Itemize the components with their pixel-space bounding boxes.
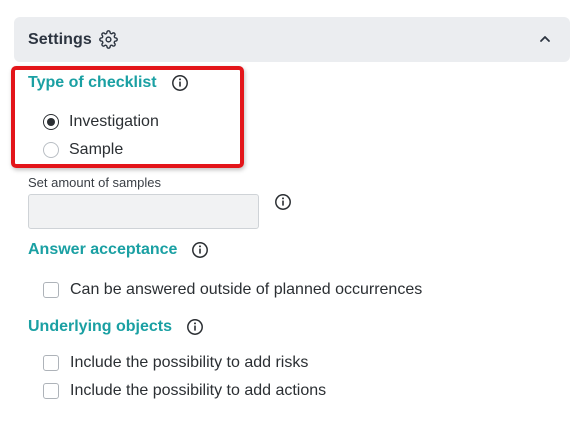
option-label: Investigation xyxy=(69,113,159,130)
info-icon[interactable] xyxy=(191,241,209,259)
checkbox-option-add-risks[interactable]: Include the possibility to add risks xyxy=(43,354,308,372)
settings-panel: Settings Type of checklist Investigation… xyxy=(0,0,573,430)
answer-acceptance-section: Answer acceptance xyxy=(28,241,209,259)
samples-input[interactable] xyxy=(28,194,259,229)
samples-label: Set amount of samples xyxy=(28,175,161,190)
radio-button[interactable] xyxy=(43,142,59,158)
option-label: Can be answered outside of planned occur… xyxy=(70,281,423,298)
settings-title: Settings xyxy=(28,30,92,48)
radio-option-investigation[interactable]: Investigation xyxy=(43,113,159,131)
info-icon[interactable] xyxy=(274,193,292,211)
checklist-type-section: Type of checklist xyxy=(28,74,189,92)
checkbox[interactable] xyxy=(43,282,59,298)
checklist-type-title: Type of checklist xyxy=(28,74,157,91)
checkbox[interactable] xyxy=(43,383,59,399)
info-icon[interactable] xyxy=(171,74,189,92)
chevron-up-icon[interactable] xyxy=(536,30,554,48)
gear-icon xyxy=(99,30,118,49)
checkbox-option-add-actions[interactable]: Include the possibility to add actions xyxy=(43,382,326,400)
info-icon[interactable] xyxy=(186,318,204,336)
option-label: Sample xyxy=(69,141,124,158)
underlying-objects-section: Underlying objects xyxy=(28,318,204,336)
underlying-objects-title: Underlying objects xyxy=(28,318,173,335)
settings-header[interactable]: Settings xyxy=(14,17,570,62)
answer-acceptance-title: Answer acceptance xyxy=(28,241,178,258)
checkbox[interactable] xyxy=(43,355,59,371)
checkbox-option-answer-outside[interactable]: Can be answered outside of planned occur… xyxy=(43,281,422,299)
radio-button-checked[interactable] xyxy=(43,114,59,130)
option-label: Include the possibility to add actions xyxy=(70,382,327,399)
option-label: Include the possibility to add risks xyxy=(70,354,309,371)
radio-option-sample[interactable]: Sample xyxy=(43,141,123,159)
